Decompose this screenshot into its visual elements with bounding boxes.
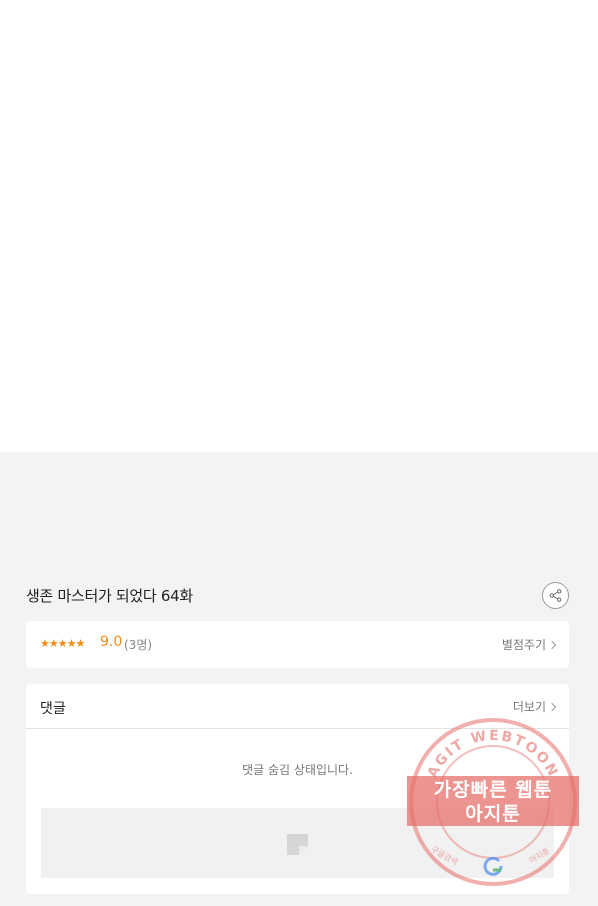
share-button[interactable] [542, 582, 569, 609]
comment-card: 댓글 더보기 댓글 숨김 상태입니다. [26, 684, 569, 894]
rate-label: 별점주기 [501, 638, 546, 652]
rate-button[interactable]: 별점주기 [501, 636, 557, 653]
content-image-area [0, 0, 598, 452]
comment-title: 댓글 [40, 701, 66, 717]
chevron-right-icon [547, 640, 557, 649]
ad-placeholder-icon [287, 834, 308, 855]
rating-count: (3명) [124, 638, 153, 652]
rating-stars: ★★★★★ [40, 637, 85, 650]
rating-card: ★★★★★ 9.0 (3명) 별점주기 [26, 621, 569, 668]
rating-score: 9.0 [100, 634, 123, 650]
chevron-right-icon [547, 702, 557, 711]
episode-title: 생존 마스터가 되었다 64화 [26, 587, 193, 605]
comments-more-link[interactable]: 더보기 [512, 698, 557, 715]
comments-hidden-message: 댓글 숨김 상태입니다. [242, 763, 353, 777]
share-icon [549, 589, 562, 602]
comment-header: 댓글 더보기 [26, 684, 569, 729]
more-label: 더보기 [512, 700, 546, 714]
